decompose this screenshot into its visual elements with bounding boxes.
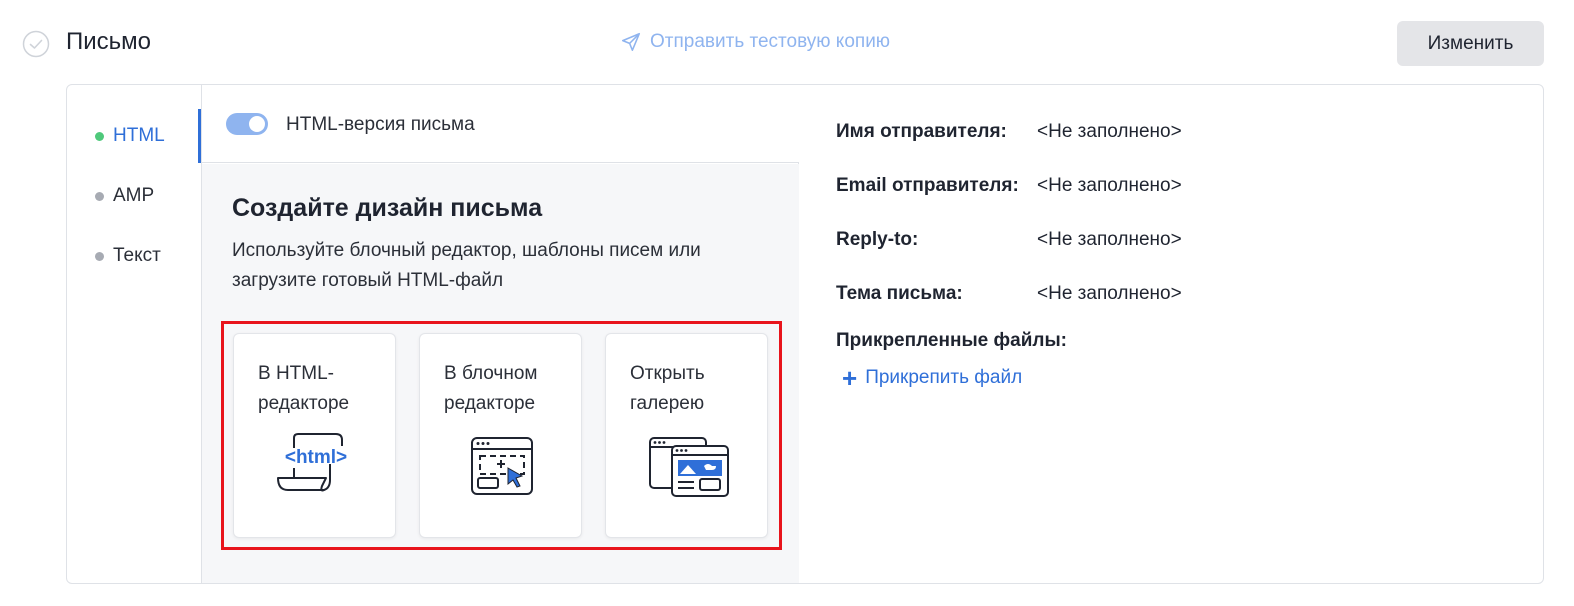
svg-text:<html>: <html>	[285, 447, 347, 468]
send-test-copy-label: Отправить тестовую копию	[650, 31, 891, 52]
send-test-copy-link[interactable]: Отправить тестовую копию	[620, 31, 890, 53]
card-label: В HTML-редакторе	[258, 363, 350, 414]
version-tab-amp[interactable]: AMP	[95, 185, 154, 207]
sender-email-value: <Не заполнено>	[1037, 175, 1182, 196]
sender-settings: Имя отправителя: <Не заполнено> Email от…	[800, 85, 1543, 583]
version-tab-html[interactable]: HTML	[95, 125, 165, 147]
card-label: В блочном редакторе	[444, 363, 538, 414]
html-version-toggle[interactable]	[226, 113, 268, 135]
subject-label: Тема письма:	[836, 283, 963, 304]
gallery-icon	[649, 437, 729, 497]
paper-plane-icon	[621, 32, 641, 52]
sender-email-label: Email отправителя:	[836, 175, 1019, 196]
html-code-icon: <html>	[277, 433, 347, 492]
sender-name-value: <Не заполнено>	[1037, 121, 1182, 142]
block-editor-icon	[471, 437, 533, 495]
edit-button[interactable]: Изменить	[1397, 21, 1544, 66]
attach-file-label: Прикрепить файл	[865, 367, 1023, 388]
design-options-highlight: В HTML-редакторе <html> В блочном редакт…	[221, 321, 782, 550]
check-circle-icon	[22, 30, 50, 58]
active-tab-indicator	[198, 109, 201, 163]
page-title: Письмо	[66, 28, 152, 55]
sender-name-label: Имя отправителя:	[836, 121, 1007, 142]
gallery-card[interactable]: Открыть галерею	[605, 333, 768, 538]
block-editor-card[interactable]: В блочном редакторе	[419, 333, 582, 538]
plus-icon: +	[842, 363, 858, 393]
reply-to-label: Reply-to:	[836, 229, 919, 250]
html-version-toggle-label: HTML-версия письма	[286, 114, 475, 135]
status-dot	[95, 251, 104, 261]
design-area: Создайте дизайн письма Используйте блочн…	[202, 164, 799, 583]
reply-to-value: <Не заполнено>	[1037, 229, 1182, 250]
version-nav: HTML AMP Текст	[67, 85, 202, 583]
design-description: Используйте блочный редактор, шаблоны пи…	[232, 240, 701, 291]
status-dot	[95, 131, 104, 141]
design-title: Создайте дизайн письма	[232, 194, 543, 222]
attachments-label: Прикрепленные файлы:	[836, 330, 1068, 351]
toggle-knob	[249, 116, 265, 132]
card-label: Открыть галерею	[630, 363, 705, 414]
html-version-section: HTML-версия письма Создайте дизайн письм…	[202, 85, 799, 583]
version-tab-label: HTML	[113, 125, 165, 146]
version-tab-label: Текст	[113, 245, 161, 266]
version-tab-text[interactable]: Текст	[95, 245, 161, 267]
email-content-panel: HTML AMP Текст HTML-версия письма Создай…	[66, 84, 1544, 584]
subject-value: <Не заполнено>	[1037, 283, 1182, 304]
status-dot	[95, 191, 104, 201]
attach-file-link[interactable]: + Прикрепить файл	[842, 363, 1023, 393]
html-version-toggle-row: HTML-версия письма	[202, 85, 799, 163]
version-tab-label: AMP	[113, 185, 155, 206]
html-editor-card[interactable]: В HTML-редакторе <html>	[233, 333, 396, 538]
